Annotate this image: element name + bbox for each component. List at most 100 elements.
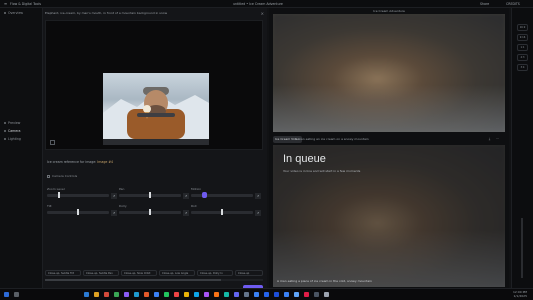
preset-chip[interactable]: Close-up, Subtle Pan [83, 270, 119, 276]
rail-item[interactable]: 9:16 [517, 34, 528, 41]
app-icon[interactable] [314, 292, 319, 297]
app-icon[interactable] [294, 292, 299, 297]
rail-item[interactable]: 16:9 [517, 24, 528, 31]
result-toolbar: Ice Cream Video A man eating an ice crea… [273, 136, 505, 143]
app-icon[interactable] [254, 292, 259, 297]
reference-link[interactable]: Image #4 [97, 160, 113, 164]
camera-controls-header: Camera Controls [47, 174, 263, 180]
dolly-label: Dolly [119, 204, 127, 208]
motion-slider[interactable] [191, 194, 253, 197]
zoom-knob[interactable] [57, 192, 60, 198]
reset-icon[interactable]: ↺ [255, 210, 261, 216]
preset-list: Close-up, Subtle Tilt Close-up, Subtle P… [45, 270, 265, 276]
zoom-slider[interactable] [47, 194, 109, 197]
reset-icon[interactable]: ↺ [111, 193, 117, 199]
queued-result-frame[interactable]: In queue Your video is in line and will … [273, 145, 505, 287]
share-button[interactable]: Share [480, 2, 489, 6]
preset-chip[interactable]: Close-up, Dolly In [197, 270, 233, 276]
aspect-ratio-rail: 16:9 9:16 1:1 4:3 3:4 [511, 8, 533, 288]
app-icon[interactable] [324, 292, 329, 297]
roll-label: Roll [191, 204, 197, 208]
close-icon[interactable]: × [261, 11, 264, 16]
tilt-knob[interactable] [77, 209, 79, 215]
pan-knob[interactable] [149, 192, 151, 198]
man-with-ice-cream-illustration [103, 87, 209, 139]
prompt-input[interactable]: Elephant, ice-cream, by man's mouth, in … [45, 11, 261, 17]
pan-label: Pan [119, 187, 125, 191]
previous-result-frame[interactable] [273, 14, 505, 132]
clock[interactable]: 12:00 PM 1/1/2025 [513, 290, 527, 298]
reference-label: Ice cream reference for image: Image #4 [47, 160, 114, 164]
app-icon[interactable] [154, 292, 159, 297]
control-row-1: Zoom Level ↺ Pan ↺ Motion ↺ [47, 187, 263, 200]
search-icon[interactable] [14, 292, 19, 297]
dolly-knob[interactable] [149, 209, 151, 215]
reset-icon[interactable]: ↺ [183, 193, 189, 199]
app-title: Flow & Digital Tools [10, 2, 41, 6]
credits-label: CREDITS [506, 2, 520, 6]
app-icon[interactable] [244, 292, 249, 297]
download-icon[interactable]: ⤓ [487, 137, 492, 142]
more-icon[interactable]: ⋯ [495, 137, 500, 142]
app-icon[interactable] [174, 292, 179, 297]
queue-subtitle: Your video is in line and will start in … [283, 169, 361, 173]
motion-knob[interactable] [202, 192, 208, 198]
preset-chip[interactable]: Close-up, Low Angle [159, 270, 195, 276]
result-tagline: A man eating a piece of ice cream in the… [277, 279, 372, 283]
preview-caption-bar [103, 139, 209, 145]
overview-icon [4, 12, 6, 14]
reset-icon[interactable]: ↺ [183, 210, 189, 216]
rail-item[interactable]: 4:3 [517, 54, 528, 61]
reset-icon[interactable]: ↺ [255, 193, 261, 199]
expand-icon[interactable] [50, 140, 55, 145]
start-icon[interactable] [4, 292, 9, 297]
app-icon[interactable] [184, 292, 189, 297]
menu-icon[interactable]: ≡ [3, 1, 8, 6]
preset-scrollbar[interactable] [45, 279, 263, 281]
rail-scrollbar[interactable] [521, 218, 523, 278]
sidebar-item-preview[interactable]: Preview [4, 121, 20, 125]
app-icon[interactable] [194, 292, 199, 297]
preview-icon [4, 122, 6, 124]
app-icon[interactable] [124, 292, 129, 297]
reset-icon[interactable]: ↺ [111, 210, 117, 216]
sidebar-item-camera[interactable]: Camera [4, 129, 21, 133]
control-row-2: Tilt ↺ Dolly ↺ Roll ↺ [47, 204, 263, 217]
folder-icon[interactable] [94, 292, 99, 297]
app-icon[interactable] [284, 292, 289, 297]
app-icon[interactable] [114, 292, 119, 297]
app-icon[interactable] [84, 292, 89, 297]
app-icon[interactable] [164, 292, 169, 297]
app-icon[interactable] [234, 292, 239, 297]
rail-item[interactable]: 3:4 [517, 64, 528, 71]
rail-item[interactable]: 1:1 [517, 44, 528, 51]
sidebar-item-lighting[interactable]: Lighting [4, 137, 21, 141]
preview-area [45, 20, 263, 150]
zoom-label: Zoom Level [47, 187, 65, 191]
camera-icon [4, 130, 6, 132]
preview-image [103, 73, 209, 139]
app-icon[interactable] [264, 292, 269, 297]
lighting-icon [4, 138, 6, 140]
preset-chip[interactable]: Close-up [235, 270, 263, 276]
app-icon[interactable] [274, 292, 279, 297]
document-title: untitled • Ice Cream Adventure [233, 2, 283, 6]
app-icon[interactable] [204, 292, 209, 297]
app-icon[interactable] [104, 292, 109, 297]
checkbox-icon[interactable] [47, 174, 50, 178]
motion-label: Motion [191, 187, 202, 191]
preset-chip[interactable]: Close-up, Slow Orbit [121, 270, 157, 276]
tilt-label: Tilt [47, 204, 52, 208]
app-icon[interactable] [134, 292, 139, 297]
app-icon[interactable] [144, 292, 149, 297]
roll-knob[interactable] [221, 209, 223, 215]
scroll-thumb[interactable] [45, 279, 221, 281]
app-icon[interactable] [224, 292, 229, 297]
app-icon[interactable] [304, 292, 309, 297]
taskbar: 12:00 PM 1/1/2025 [0, 288, 533, 300]
results-panel: Ice Cream Adventure Ice Cream Video A ma… [269, 8, 509, 288]
preset-chip[interactable]: Close-up, Subtle Tilt [45, 270, 81, 276]
sidebar-overview[interactable]: Overview [4, 11, 23, 15]
app-icon[interactable] [214, 292, 219, 297]
result-prompt: A man eating an ice cream on a snowy mou… [295, 137, 369, 141]
